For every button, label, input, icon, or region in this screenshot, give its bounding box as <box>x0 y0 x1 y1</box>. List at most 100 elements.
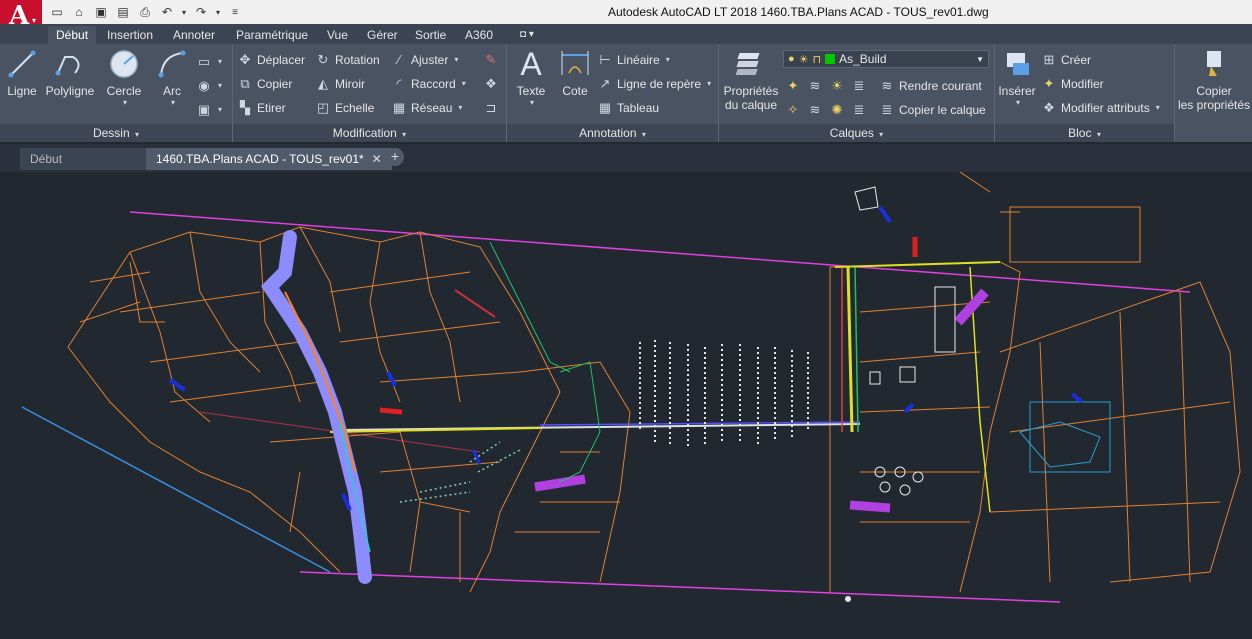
drawing-canvas[interactable] <box>0 171 1252 636</box>
panel-title-calques[interactable]: Calques ▾ <box>719 124 994 142</box>
erase-button[interactable]: ✎ <box>483 50 499 70</box>
proprietes-label-1: Propriétés <box>723 84 779 98</box>
circle-icon <box>110 50 138 78</box>
layer-dropdown[interactable]: ● ☀ ⊓ As_Build ▼ <box>783 50 989 68</box>
rectangle-tool[interactable]: ▭ ▾ <box>196 52 222 72</box>
panel-title-bloc[interactable]: Bloc ▾ <box>995 124 1174 142</box>
table-icon: ▦ <box>598 100 612 115</box>
layer-freeze-icon: ✺ <box>831 102 843 117</box>
rotation-button[interactable]: ↻ Rotation <box>315 50 380 70</box>
hatch-icon: ◉ <box>198 78 210 93</box>
modifier-button[interactable]: ✦ Modifier <box>1041 74 1104 94</box>
open-icon[interactable]: ⌂ <box>70 3 88 21</box>
new-tab-icon[interactable]: + <box>386 148 404 166</box>
panel-modification: ✥ Déplacer ↻ Rotation ⁄ Ajuster ▾ ✎ ⧉ Copier … <box>233 44 507 142</box>
move-icon: ✥ <box>239 52 251 67</box>
cercle-label: Cercle <box>106 84 142 98</box>
edit-block-icon: ✦ <box>1043 76 1055 91</box>
layer-lock-icon: ≋ <box>809 102 821 117</box>
lineaire-button[interactable]: ⊢ Linéaire ▾ <box>597 50 669 70</box>
chevron-down-icon: ▾ <box>1015 98 1020 107</box>
close-icon[interactable]: ✕ <box>372 152 382 166</box>
layer-tool-1[interactable]: ✦ <box>785 76 801 96</box>
layer-tool-4[interactable]: ≣ <box>851 76 867 96</box>
saveas-icon[interactable]: ▤ <box>114 3 132 21</box>
panel-bloc: Insérer ▾ ⊞ Créer ✦ Modifier ❖ Modifier att… <box>995 44 1175 142</box>
rotate-icon: ↻ <box>317 52 329 67</box>
polyligne-label: Polyligne <box>45 84 95 98</box>
layer-isolate-icon: ✧ <box>787 102 799 117</box>
copier-button[interactable]: ⧉ Copier <box>237 74 292 94</box>
hatch-tool[interactable]: ◉ ▾ <box>196 76 222 96</box>
copier-calque-button[interactable]: ≣ Copier le calque <box>879 100 986 120</box>
tab-debut[interactable]: Début <box>48 26 97 44</box>
polyligne-button[interactable]: Polyligne <box>45 48 95 98</box>
layer-tool-8[interactable]: ≣ <box>851 100 867 120</box>
leader-icon: ↗ <box>599 76 611 91</box>
explode-button[interactable]: ❖ <box>483 74 499 94</box>
rendre-courant-button[interactable]: ≋ Rendre courant <box>879 76 982 96</box>
offset-button[interactable]: ⊐ <box>483 98 499 118</box>
new-icon[interactable]: ▭ <box>48 3 66 21</box>
ligne-repere-button[interactable]: ↗ Ligne de repère ▾ <box>597 74 712 94</box>
miroir-button[interactable]: ◭ Miroir <box>315 74 365 94</box>
echelle-button[interactable]: ◰ Echelle <box>315 98 375 118</box>
boundary-tool[interactable]: ▣ ▾ <box>196 100 222 120</box>
undo-dropdown-icon[interactable]: ▾ <box>180 3 188 21</box>
arc-button[interactable]: Arc ▾ <box>154 48 190 107</box>
tab-sortie[interactable]: Sortie <box>415 26 446 44</box>
save-icon[interactable]: ▣ <box>92 3 110 21</box>
inserer-button[interactable]: Insérer ▾ <box>997 48 1037 107</box>
chevron-down-icon: ▾ <box>170 98 175 107</box>
arc-icon <box>158 50 186 78</box>
proprietes-calque-button[interactable]: Propriétés du calque <box>723 48 779 112</box>
linear-dimension-icon: ⊢ <box>599 52 611 67</box>
texte-button[interactable]: A Texte ▾ <box>513 45 549 108</box>
text-icon: A <box>520 45 542 82</box>
tab-a360[interactable]: A360 <box>465 26 493 44</box>
cercle-button[interactable]: Cercle ▾ <box>104 48 144 107</box>
redo-icon[interactable]: ↷ <box>192 3 210 21</box>
ribbon: Ligne Polyligne Cercle ▾ Arc ▾ ▭ ▾ ◉ ▾ ▣ ▾ … <box>0 44 1252 142</box>
ajuster-button[interactable]: ⁄ Ajuster ▾ <box>391 50 458 70</box>
print-icon[interactable]: ⎙ <box>136 3 154 21</box>
tab-annoter[interactable]: Annoter <box>173 26 215 44</box>
creer-button[interactable]: ⊞ Créer <box>1041 50 1091 70</box>
tab-parametrique[interactable]: Paramétrique <box>236 26 308 44</box>
trim-icon: ⁄ <box>397 52 401 67</box>
copy-icon: ⧉ <box>240 76 250 91</box>
tab-insertion[interactable]: Insertion <box>107 26 153 44</box>
panel-title-modification[interactable]: Modification ▾ <box>233 124 506 142</box>
file-tab-current[interactable]: 1460.TBA.Plans ACAD - TOUS_rev01* ✕ <box>146 148 392 170</box>
modifier-attributs-button[interactable]: ❖ Modifier attributs ▾ <box>1041 98 1160 118</box>
offset-icon: ⊐ <box>485 100 497 115</box>
chevron-down-icon: ▼ <box>976 54 984 64</box>
layer-color-swatch <box>825 54 836 64</box>
ribbon-toggle-icon[interactable]: ◘ ▾ <box>520 26 534 44</box>
panel-proprietes: Copier les propriétés <box>1175 44 1252 142</box>
redo-dropdown-icon[interactable]: ▾ <box>214 3 222 21</box>
polyline-icon <box>55 56 80 76</box>
deplacer-button[interactable]: ✥ Déplacer <box>237 50 305 70</box>
layer-tool-3[interactable]: ☀ <box>829 76 845 96</box>
raccord-button[interactable]: ◜ Raccord ▾ <box>391 74 465 94</box>
panel-title-dessin[interactable]: Dessin ▾ <box>0 124 232 142</box>
layer-tool-2[interactable]: ≋ <box>807 76 823 96</box>
copier-proprietes-button[interactable]: Copier les propriétés <box>1177 48 1251 112</box>
cote-label: Cote <box>562 84 588 98</box>
etirer-button[interactable]: ▚ Etirer <box>237 98 286 118</box>
ligne-button[interactable]: Ligne <box>4 48 40 98</box>
file-tab-start[interactable]: Début <box>20 148 158 170</box>
undo-icon[interactable]: ↶ <box>158 3 176 21</box>
reseau-button[interactable]: ▦ Réseau ▾ <box>391 98 463 118</box>
tab-gerer[interactable]: Gérer <box>367 26 398 44</box>
layer-tool-6[interactable]: ≋ <box>807 100 823 120</box>
layer-tool-5[interactable]: ✧ <box>785 100 801 120</box>
cote-button[interactable]: Cote <box>557 48 593 98</box>
customize-icon[interactable]: ≡ <box>226 3 244 21</box>
panel-title-annotation[interactable]: Annotation ▾ <box>507 124 718 142</box>
bulb-icon: ● <box>788 53 795 65</box>
tab-vue[interactable]: Vue <box>327 26 348 44</box>
layer-tool-7[interactable]: ✺ <box>829 100 845 120</box>
tableau-button[interactable]: ▦ Tableau <box>597 98 659 118</box>
